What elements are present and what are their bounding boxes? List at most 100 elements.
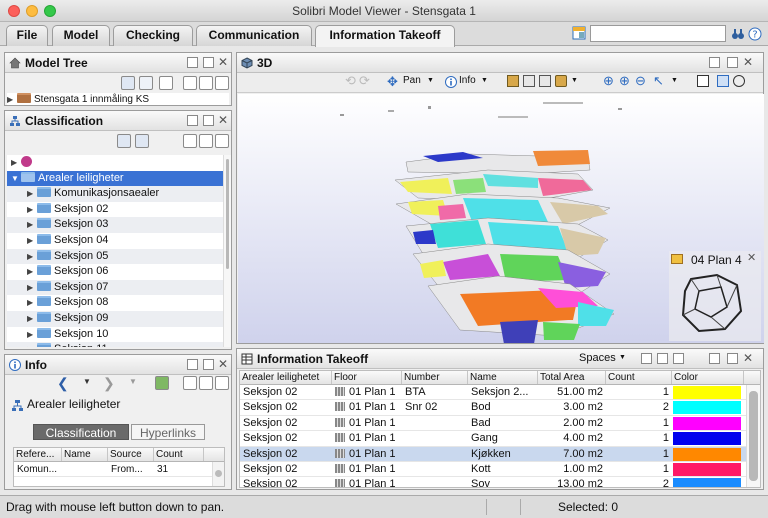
column-header[interactable]: Name: [468, 371, 538, 384]
layout-icon[interactable]: [572, 26, 586, 40]
view-iso-icon[interactable]: [555, 75, 567, 87]
panel-restore-button[interactable]: [709, 57, 720, 68]
tree-layers-icon[interactable]: [159, 76, 173, 90]
expand-arrow-icon[interactable]: ▶: [27, 295, 37, 311]
classification-item[interactable]: ▶ Komunikasjonsaealer: [7, 186, 223, 202]
classification-item[interactable]: ▶ Seksjon 05: [7, 248, 223, 265]
info-list-button[interactable]: [215, 376, 229, 390]
expand-arrow-icon[interactable]: ▶: [27, 233, 37, 249]
chevron-down-icon[interactable]: ▼: [571, 77, 578, 84]
collapse-all-button[interactable]: [199, 134, 213, 148]
classification-item[interactable]: ▶ Seksjon 10: [7, 326, 223, 343]
tab-model[interactable]: Model: [52, 25, 110, 46]
classification-item[interactable]: ▶ Seksjon 09: [7, 310, 223, 327]
info-scrollbar[interactable]: [212, 462, 224, 486]
panel-close-icon[interactable]: ✕: [743, 55, 753, 69]
panel-close-icon[interactable]: ✕: [218, 357, 228, 371]
tree-list-button[interactable]: [215, 76, 229, 90]
classification-tree-icon[interactable]: [117, 134, 131, 148]
view-back-icon[interactable]: [539, 75, 551, 87]
classification-item-arealer-leiligheter[interactable]: ▼ Arealer leiligheter: [7, 170, 223, 187]
column-header[interactable]: Total Area: [538, 371, 606, 384]
model-tree-row[interactable]: ▶ Stensgata 1 innmåling KS: [7, 93, 229, 105]
classification-item[interactable]: ▶ Seksjon 04: [7, 232, 223, 249]
classification-scrollbar[interactable]: [223, 155, 231, 347]
expand-all-button[interactable]: [183, 76, 197, 90]
expand-arrow-icon[interactable]: ▶: [27, 217, 37, 233]
search-input[interactable]: [590, 25, 726, 42]
forward-icon[interactable]: ❯: [103, 375, 115, 392]
chevron-down-icon[interactable]: ▼: [427, 77, 434, 84]
expand-arrow-icon[interactable]: ▶: [27, 342, 37, 347]
panel-restore-button[interactable]: [187, 57, 198, 68]
table-row[interactable]: Seksjon 02 01 Plan 1 Bad 2.00 m2 1: [240, 416, 760, 432]
collapse-arrow-icon[interactable]: ▼: [11, 171, 21, 187]
classification-item[interactable]: ▶ Seksjon 11: [7, 342, 223, 347]
remove-row-button[interactable]: [657, 353, 668, 364]
column-header[interactable]: Floor: [332, 371, 402, 384]
panel-maximize-button[interactable]: [727, 353, 738, 364]
chevron-down-icon[interactable]: ▼: [481, 77, 488, 84]
tab-communication[interactable]: Communication: [196, 25, 312, 46]
classification-item[interactable]: ▶ Seksjon 07: [7, 279, 223, 296]
tree-view-icon[interactable]: [121, 76, 135, 90]
expand-arrow-icon[interactable]: ▶: [27, 186, 37, 202]
chevron-down-icon[interactable]: ▼: [83, 377, 91, 386]
panel-restore-button[interactable]: [187, 359, 198, 370]
view-layers-icon[interactable]: [733, 75, 745, 87]
view-front-icon[interactable]: [507, 75, 519, 87]
tree-filter-icon[interactable]: [139, 76, 153, 90]
table-row[interactable]: Seksjon 02 01 Plan 1 Sov 13.00 m2 2: [240, 477, 760, 487]
tab-information-takeoff[interactable]: Information Takeoff: [315, 25, 455, 47]
subtab-classification[interactable]: Classification: [33, 424, 129, 440]
view-grid-icon[interactable]: [717, 75, 729, 87]
expand-arrow-icon[interactable]: ▶: [27, 249, 37, 265]
chevron-down-icon[interactable]: ▼: [129, 377, 137, 386]
view-side-icon[interactable]: [523, 75, 535, 87]
column-header[interactable]: Refere...: [14, 448, 62, 461]
spaces-dropdown[interactable]: Spaces: [579, 352, 616, 364]
chevron-down-icon[interactable]: ▼: [671, 77, 678, 84]
expand-arrow-icon[interactable]: ▶: [27, 327, 37, 343]
classification-root-row[interactable]: ▶: [7, 155, 223, 171]
expand-arrow-icon[interactable]: ▶: [11, 155, 21, 171]
column-header[interactable]: Count: [154, 448, 204, 461]
classification-item[interactable]: ▶ Seksjon 08: [7, 295, 223, 311]
classification-item[interactable]: ▶ Seksjon 06: [7, 264, 223, 280]
takeoff-scrollbar[interactable]: [746, 385, 760, 487]
pan-dropdown[interactable]: Pan: [403, 75, 421, 86]
collapse-all-button[interactable]: [199, 76, 213, 90]
pan-icon[interactable]: ✥: [387, 74, 398, 90]
table-row[interactable]: Seksjon 02 01 Plan 1 Gang 4.00 m2 1: [240, 431, 760, 447]
zoom-fit-icon[interactable]: ⊕: [603, 73, 614, 89]
fly-icon[interactable]: ↖: [653, 73, 664, 89]
panel-maximize-button[interactable]: [727, 57, 738, 68]
panel-maximize-button[interactable]: [203, 115, 214, 126]
info-dropdown[interactable]: Info: [459, 75, 476, 86]
plan-inset[interactable]: 04 Plan 4 ✕: [669, 251, 761, 341]
column-header[interactable]: Color: [672, 371, 744, 384]
scrollbar-thumb[interactable]: [226, 159, 229, 269]
subtab-hyperlinks[interactable]: Hyperlinks: [131, 424, 205, 440]
scrollbar-thumb[interactable]: [749, 391, 758, 481]
expand-arrow-icon[interactable]: ▶: [27, 264, 37, 280]
panel-restore-button[interactable]: [709, 353, 720, 364]
info-icon[interactable]: [445, 76, 457, 88]
table-row[interactable]: Seksjon 02 01 Plan 1 Snr 02 Bod 3.00 m2 2: [240, 400, 760, 416]
classification-item[interactable]: ▶ Seksjon 02: [7, 201, 223, 218]
collapse-all-button[interactable]: [199, 376, 213, 390]
help-icon[interactable]: ?: [748, 27, 762, 41]
panel-maximize-button[interactable]: [203, 359, 214, 370]
zoom-in-icon[interactable]: ⊕: [619, 73, 630, 89]
table-row[interactable]: Seksjon 02 01 Plan 1 Kott 1.00 m2 1: [240, 462, 760, 478]
expand-arrow-icon[interactable]: ▶: [7, 94, 17, 105]
column-header[interactable]: Source: [108, 448, 154, 461]
expand-all-button[interactable]: [183, 376, 197, 390]
panel-maximize-button[interactable]: [203, 57, 214, 68]
expand-arrow-icon[interactable]: ▶: [27, 311, 37, 327]
list-button[interactable]: [673, 353, 684, 364]
table-row[interactable]: Seksjon 02 01 Plan 1 Kjøkken 7.00 m2 1: [240, 446, 760, 462]
expand-arrow-icon[interactable]: ▶: [27, 202, 37, 218]
undo-icon[interactable]: ⟲: [345, 73, 356, 89]
zoom-out-icon[interactable]: ⊖: [635, 73, 646, 89]
